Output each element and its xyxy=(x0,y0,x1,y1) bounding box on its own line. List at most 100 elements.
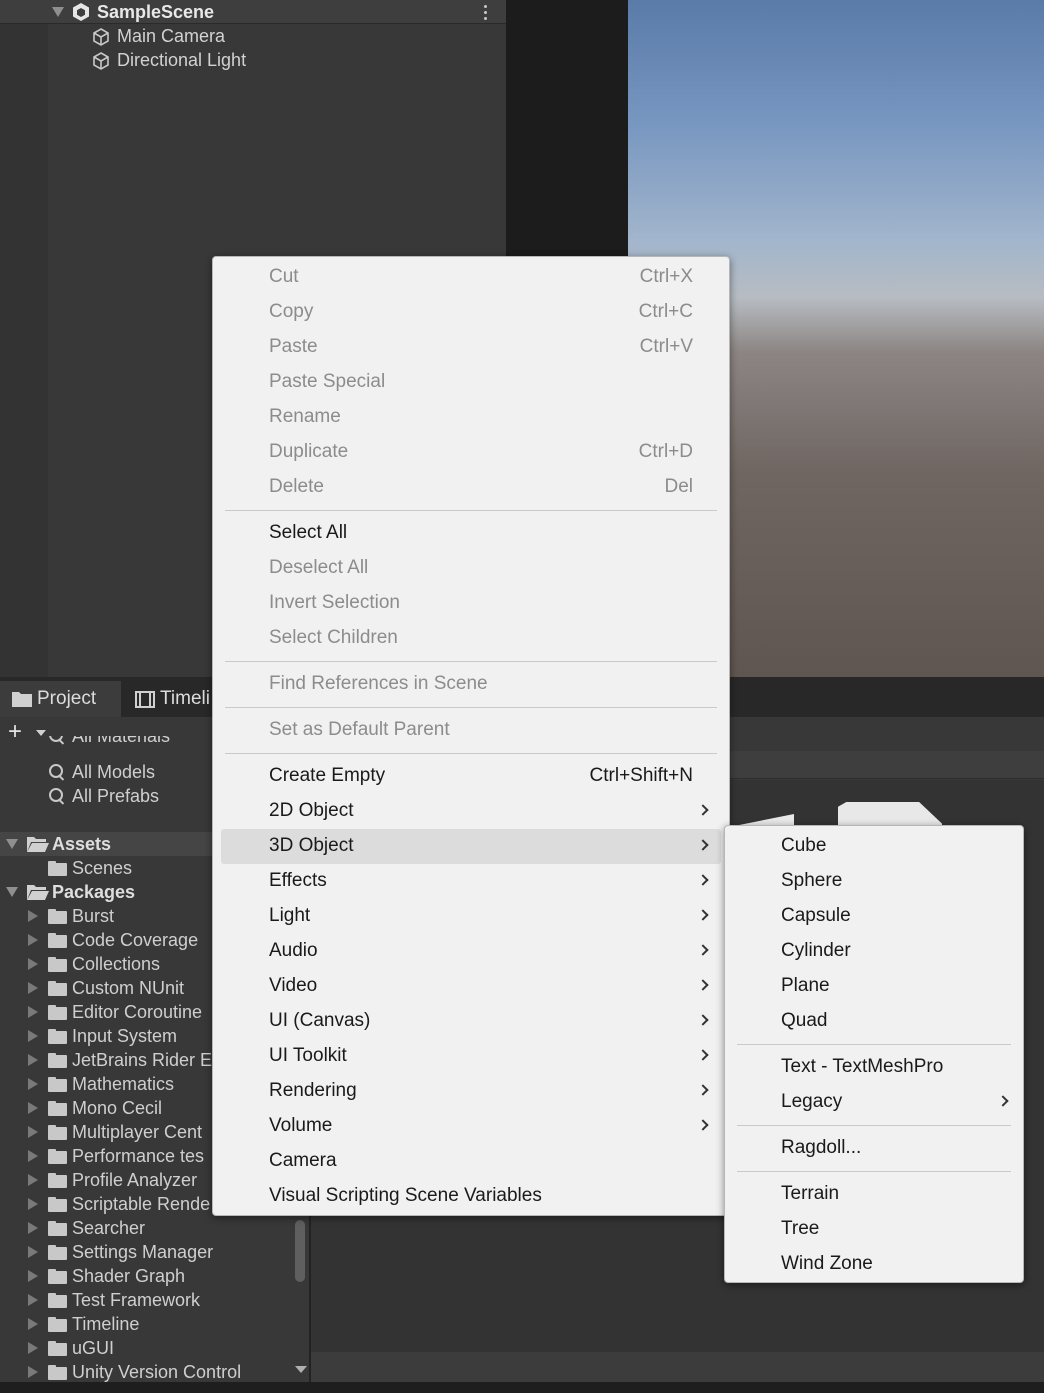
expand-arrow-icon[interactable] xyxy=(28,1078,38,1090)
scene-row[interactable]: SampleScene xyxy=(0,0,506,24)
scene-more-icon[interactable] xyxy=(484,5,488,21)
expand-arrow-icon[interactable] xyxy=(28,934,38,946)
menu-item-shortcut: Ctrl+X xyxy=(639,266,693,287)
folder-icon xyxy=(48,1101,67,1116)
expand-arrow-icon[interactable] xyxy=(6,839,18,849)
menu-item-set-as-default-parent[interactable]: Set as Default Parent xyxy=(221,713,721,748)
menu-item-select-children[interactable]: Select Children xyxy=(221,621,721,656)
folder-icon xyxy=(48,1173,67,1188)
menu-item-cut[interactable]: Cut Ctrl+X xyxy=(221,260,721,295)
submenu-item-wind-zone[interactable]: Wind Zone xyxy=(733,1247,1015,1282)
submenu-item-cylinder[interactable]: Cylinder xyxy=(733,934,1015,969)
expand-arrow-icon[interactable] xyxy=(28,1054,38,1066)
menu-item-delete[interactable]: Delete Del xyxy=(221,470,721,505)
package-label: Timeline xyxy=(72,1314,140,1334)
menu-item-rename[interactable]: Rename xyxy=(221,400,721,435)
package-label: Mono Cecil xyxy=(72,1098,163,1118)
menu-item-label: Rename xyxy=(269,406,341,427)
package-item-timeline[interactable]: Timeline xyxy=(0,1312,292,1336)
menu-item-duplicate[interactable]: Duplicate Ctrl+D xyxy=(221,435,721,470)
menu-item-rendering[interactable]: Rendering xyxy=(221,1074,721,1109)
package-label: Test Framework xyxy=(72,1290,201,1310)
menu-item-label: Video xyxy=(269,975,318,996)
hierarchy-item-directional-light[interactable]: Directional Light xyxy=(88,48,388,72)
submenu-item-cube[interactable]: Cube xyxy=(733,829,1015,864)
expand-arrow-icon[interactable] xyxy=(28,1006,38,1018)
menu-item-invert-selection[interactable]: Invert Selection xyxy=(221,586,721,621)
submenu-item-legacy[interactable]: Legacy xyxy=(733,1085,1015,1120)
chevron-right-icon xyxy=(697,874,709,886)
menu-item-copy[interactable]: Copy Ctrl+C xyxy=(221,295,721,330)
menu-item-light[interactable]: Light xyxy=(221,899,721,934)
menu-item-paste[interactable]: Paste Ctrl+V xyxy=(221,330,721,365)
tab-project[interactable]: Project xyxy=(0,681,121,717)
menu-separator xyxy=(737,1171,1011,1172)
expand-arrow-icon[interactable] xyxy=(28,982,38,994)
expand-arrow-icon[interactable] xyxy=(28,1342,38,1354)
search-icon xyxy=(48,763,66,781)
chevron-right-icon xyxy=(697,909,709,921)
menu-item-video[interactable]: Video xyxy=(221,969,721,1004)
submenu-item-capsule[interactable]: Capsule xyxy=(733,899,1015,934)
expand-arrow-icon[interactable] xyxy=(28,958,38,970)
menu-item-select-all[interactable]: Select All xyxy=(221,516,721,551)
expand-arrow-icon[interactable] xyxy=(28,1318,38,1330)
package-item-ugui[interactable]: uGUI xyxy=(0,1336,292,1360)
expand-arrow-icon[interactable] xyxy=(28,1222,38,1234)
expand-arrow-icon[interactable] xyxy=(28,1126,38,1138)
folder-icon xyxy=(48,1317,67,1332)
expand-arrow-icon[interactable] xyxy=(28,1174,38,1186)
expand-arrow-icon[interactable] xyxy=(28,1246,38,1258)
menu-item-label: Create Empty xyxy=(269,765,386,786)
expand-arrow-icon[interactable] xyxy=(28,1366,38,1378)
submenu-item-text-textmeshpro[interactable]: Text - TextMeshPro xyxy=(733,1050,1015,1085)
menu-item-create-empty[interactable]: Create Empty Ctrl+Shift+N xyxy=(221,759,721,794)
menu-item-find-references-in-scene[interactable]: Find References in Scene xyxy=(221,667,721,702)
menu-separator xyxy=(225,707,717,708)
expand-arrow-icon[interactable] xyxy=(28,1150,38,1162)
package-item-shader-graph[interactable]: Shader Graph xyxy=(0,1264,292,1288)
menu-item-label: Duplicate xyxy=(269,441,349,462)
package-item-test-framework[interactable]: Test Framework xyxy=(0,1288,292,1312)
menu-item-paste-special[interactable]: Paste Special xyxy=(221,365,721,400)
submenu-item-sphere[interactable]: Sphere xyxy=(733,864,1015,899)
menu-item-3d-object[interactable]: 3D Object xyxy=(221,829,721,864)
search-icon xyxy=(48,787,66,805)
menu-item-audio[interactable]: Audio xyxy=(221,934,721,969)
menu-separator xyxy=(737,1044,1011,1045)
menu-item-visual-scripting-scene-variables[interactable]: Visual Scripting Scene Variables xyxy=(221,1179,721,1214)
menu-item-volume[interactable]: Volume xyxy=(221,1109,721,1144)
chevron-right-icon xyxy=(697,944,709,956)
scroll-down-arrow-icon[interactable] xyxy=(295,1366,307,1373)
expand-arrow-icon[interactable] xyxy=(28,1102,38,1114)
menu-item-ui-canvas[interactable]: UI (Canvas) xyxy=(221,1004,721,1039)
expand-arrow-icon[interactable] xyxy=(6,887,18,897)
menu-item-label: Cylinder xyxy=(781,940,851,961)
package-item-unity-version-control[interactable]: Unity Version Control xyxy=(0,1360,292,1384)
package-label: Scriptable Rende xyxy=(72,1194,211,1214)
package-label: Editor Coroutine xyxy=(72,1002,203,1022)
expand-arrow-icon[interactable] xyxy=(28,1030,38,1042)
menu-item-camera[interactable]: Camera xyxy=(221,1144,721,1179)
scrollbar-thumb[interactable] xyxy=(295,1220,305,1282)
expand-arrow-icon[interactable] xyxy=(28,910,38,922)
submenu-item-ragdoll[interactable]: Ragdoll... xyxy=(733,1131,1015,1166)
expand-arrow-icon[interactable] xyxy=(28,1270,38,1282)
submenu-item-tree[interactable]: Tree xyxy=(733,1212,1015,1247)
menu-item-shortcut: Ctrl+C xyxy=(638,301,693,322)
menu-item-2d-object[interactable]: 2D Object xyxy=(221,794,721,829)
submenu-item-quad[interactable]: Quad xyxy=(733,1004,1015,1039)
expand-arrow-icon[interactable] xyxy=(28,1198,38,1210)
expand-arrow-icon[interactable] xyxy=(52,7,64,17)
chevron-right-icon xyxy=(697,1084,709,1096)
package-item-searcher[interactable]: Searcher xyxy=(0,1216,292,1240)
submenu-item-plane[interactable]: Plane xyxy=(733,969,1015,1004)
expand-arrow-icon[interactable] xyxy=(28,1294,38,1306)
hierarchy-item-main-camera[interactable]: Main Camera xyxy=(88,24,388,48)
menu-item-ui-toolkit[interactable]: UI Toolkit xyxy=(221,1039,721,1074)
menu-item-effects[interactable]: Effects xyxy=(221,864,721,899)
package-item-settings-manager[interactable]: Settings Manager xyxy=(0,1240,292,1264)
submenu-item-terrain[interactable]: Terrain xyxy=(733,1177,1015,1212)
chevron-right-icon xyxy=(697,1119,709,1131)
menu-item-deselect-all[interactable]: Deselect All xyxy=(221,551,721,586)
